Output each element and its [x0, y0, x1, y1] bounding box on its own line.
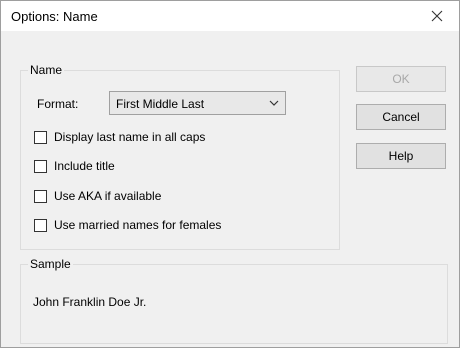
checkbox-use-aka[interactable]: [34, 189, 47, 203]
sample-name-text: John Franklin Doe Jr.: [33, 295, 147, 309]
checkbox-label: Include title: [54, 159, 115, 173]
title-bar: Options: Name: [1, 1, 459, 31]
checkbox-include-title[interactable]: [34, 159, 47, 173]
checkbox-row-use-aka[interactable]: Use AKA if available: [34, 188, 161, 204]
format-dropdown[interactable]: First Middle Last: [109, 91, 286, 115]
checkbox-married-names[interactable]: [34, 218, 47, 232]
checkbox-label: Use married names for females: [54, 218, 222, 232]
help-button[interactable]: Help: [356, 143, 446, 169]
format-dropdown-value: First Middle Last: [116, 97, 205, 111]
checkbox-row-married-names[interactable]: Use married names for females: [34, 217, 221, 233]
close-button[interactable]: [415, 1, 459, 31]
checkbox-row-include-title[interactable]: Include title: [34, 158, 115, 174]
name-group-legend: Name: [28, 63, 65, 77]
close-icon: [431, 10, 443, 22]
cancel-button[interactable]: Cancel: [356, 104, 446, 130]
checkbox-row-last-name-caps[interactable]: Display last name in all caps: [34, 129, 205, 145]
chevron-down-icon: [269, 100, 279, 106]
checkbox-label: Display last name in all caps: [54, 130, 206, 144]
sample-group-legend: Sample: [28, 257, 73, 271]
dialog-title: Options: Name: [11, 9, 98, 24]
checkbox-last-name-caps[interactable]: [34, 130, 47, 144]
ok-button[interactable]: OK: [356, 66, 446, 92]
format-label: Format:: [37, 97, 79, 111]
checkbox-label: Use AKA if available: [54, 189, 162, 203]
